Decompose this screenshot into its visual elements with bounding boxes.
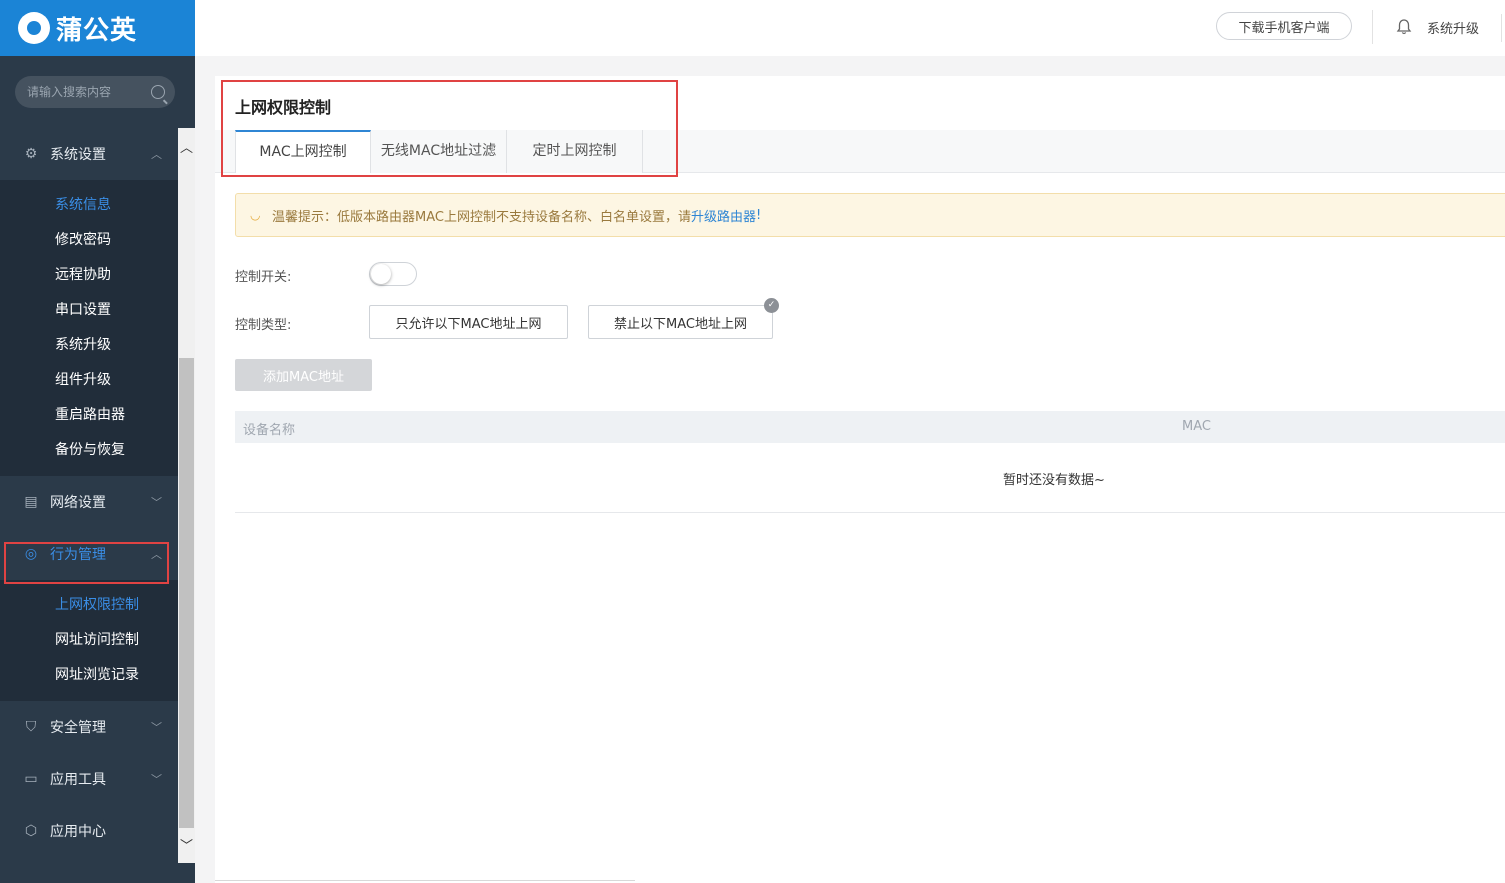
switch-label: 控制开关: xyxy=(235,270,292,285)
scroll-up-arrow-icon[interactable]: ︿ xyxy=(178,140,195,157)
empty-state-text: 暂时还没有数据~ xyxy=(1003,473,1105,488)
behavior-management-submenu: 上网权限控制 网址访问控制 网址浏览记录 xyxy=(0,580,178,701)
chevron-up-icon: ︿ xyxy=(151,548,162,561)
sidebar-item-change-password[interactable]: 修改密码 xyxy=(0,223,178,258)
chevron-up-icon: ︿ xyxy=(151,148,162,161)
tabs-bar: MAC上网控制 无线MAC地址过滤 定时上网控制 xyxy=(215,130,1505,173)
search-box[interactable] xyxy=(15,76,175,108)
logo-bar: 蒲公英 xyxy=(0,0,195,56)
main-content: 上网权限控制 MAC上网控制 无线MAC地址过滤 定时上网控制 ◡ 温馨提示：低… xyxy=(215,76,1505,883)
system-settings-submenu: 系统信息 修改密码 远程协助 串口设置 系统升级 组件升级 重启路由器 备份与恢… xyxy=(0,180,178,476)
brand-name: 蒲公英 xyxy=(56,15,138,46)
sidebar-item-component-upgrade[interactable]: 组件升级 xyxy=(0,363,178,398)
scroll-down-arrow-icon[interactable]: ﹀ xyxy=(178,838,195,855)
type-label: 控制类型: xyxy=(235,318,292,333)
sidebar-item-system-info[interactable]: 系统信息 xyxy=(0,188,178,223)
sidebar: 蒲公英 ⚙ 系统设置 ︿ 系统信息 修改密码 远程协助 串口设置 系统升级 组件… xyxy=(0,0,195,883)
sidebar-item-backup-restore[interactable]: 备份与恢复 xyxy=(0,433,178,468)
nav-group-label: 应用工具 xyxy=(50,772,106,788)
notice-text: 温馨提示：低版本路由器MAC上网控制不支持设备名称、白名单设置，请 xyxy=(272,209,691,225)
sidebar-item-remote-assist[interactable]: 远程协助 xyxy=(0,258,178,293)
notice-suffix: ! xyxy=(755,207,762,223)
logo-icon xyxy=(18,12,50,44)
page-title: 上网权限控制 xyxy=(235,98,332,117)
nav-group-label: 系统设置 xyxy=(50,147,106,163)
nav-group-label: 行为管理 xyxy=(50,547,106,563)
upgrade-router-link[interactable]: 升级路由器 xyxy=(691,206,756,225)
shield-icon: ⛉ xyxy=(25,719,37,735)
chevron-down-icon: ﹀ xyxy=(151,721,162,734)
chevron-down-icon: ﹀ xyxy=(151,496,162,509)
allow-only-listed-mac-button[interactable]: 只允许以下MAC地址上网 xyxy=(369,305,568,339)
sidebar-item-access-control[interactable]: 上网权限控制 xyxy=(0,588,178,623)
document-icon: ▤ xyxy=(24,494,38,510)
sidebar-item-url-browse-log[interactable]: 网址浏览记录 xyxy=(0,658,178,693)
nav-group-behavior-management[interactable]: ◎ 行为管理 ︿ xyxy=(0,528,178,580)
column-header-device-name: 设备名称 xyxy=(243,423,296,438)
tab-wireless-mac-filter[interactable]: 无线MAC地址过滤 xyxy=(371,130,507,173)
nav-group-label: 应用中心 xyxy=(50,824,106,840)
header-edge-divider xyxy=(1501,14,1502,42)
nav-group-app-center[interactable]: ⬡ 应用中心 xyxy=(0,805,178,857)
control-switch-toggle[interactable] xyxy=(369,262,417,286)
add-mac-address-button[interactable]: 添加MAC地址 xyxy=(235,359,372,391)
sidebar-item-reboot-router[interactable]: 重启路由器 xyxy=(0,398,178,433)
target-icon: ◎ xyxy=(24,546,38,562)
scroll-thumb[interactable] xyxy=(179,358,194,828)
toggle-knob xyxy=(371,264,391,284)
briefcase-icon: ▭ xyxy=(24,771,38,787)
sidebar-item-serial-settings[interactable]: 串口设置 xyxy=(0,293,178,328)
search-input[interactable] xyxy=(27,85,151,99)
nav-group-label: 安全管理 xyxy=(50,720,106,736)
notice-banner: ◡ 温馨提示：低版本路由器MAC上网控制不支持设备名称、白名单设置，请 升级路由器… xyxy=(235,193,1505,237)
table-empty-row: 暂时还没有数据~ xyxy=(235,443,1505,513)
header-divider xyxy=(1372,10,1373,44)
nav-group-security-management[interactable]: ⛉ 安全管理 ﹀ xyxy=(0,701,178,753)
nav-group-system-settings[interactable]: ⚙ 系统设置 ︿ xyxy=(0,128,178,180)
sidebar-nav: ⚙ 系统设置 ︿ 系统信息 修改密码 远程协助 串口设置 系统升级 组件升级 重… xyxy=(0,128,178,857)
sidebar-item-url-access-control[interactable]: 网址访问控制 xyxy=(0,623,178,658)
sidebar-item-system-upgrade[interactable]: 系统升级 xyxy=(0,328,178,363)
nav-group-app-tools[interactable]: ▭ 应用工具 ﹀ xyxy=(0,753,178,805)
smile-icon: ◡ xyxy=(250,208,261,222)
bottom-divider xyxy=(215,880,635,881)
search-icon[interactable] xyxy=(151,85,165,99)
nav-group-network-settings[interactable]: ▤ 网络设置 ﹀ xyxy=(0,476,178,528)
mac-table: 设备名称 MAC 暂时还没有数据~ xyxy=(235,411,1505,513)
bell-icon[interactable] xyxy=(1395,18,1413,36)
tab-mac-access-control[interactable]: MAC上网控制 xyxy=(235,130,371,173)
download-app-button[interactable]: 下载手机客户端 xyxy=(1216,12,1352,40)
table-header: 设备名称 MAC xyxy=(235,411,1505,443)
sidebar-scrollbar[interactable]: ︿ ﹀ xyxy=(178,128,195,863)
cube-icon: ⬡ xyxy=(24,823,38,839)
block-listed-mac-button[interactable]: 禁止以下MAC地址上网 xyxy=(588,305,773,339)
tab-scheduled-access-control[interactable]: 定时上网控制 xyxy=(507,130,643,173)
nav-group-label: 网络设置 xyxy=(50,495,106,511)
chevron-down-icon: ﹀ xyxy=(151,773,162,786)
column-header-mac: MAC xyxy=(1182,419,1211,434)
gear-icon: ⚙ xyxy=(24,146,38,162)
top-header: 下载手机客户端 系统升级 xyxy=(195,0,1505,56)
check-icon: ✓ xyxy=(764,298,779,313)
system-upgrade-link[interactable]: 系统升级 xyxy=(1427,18,1479,37)
